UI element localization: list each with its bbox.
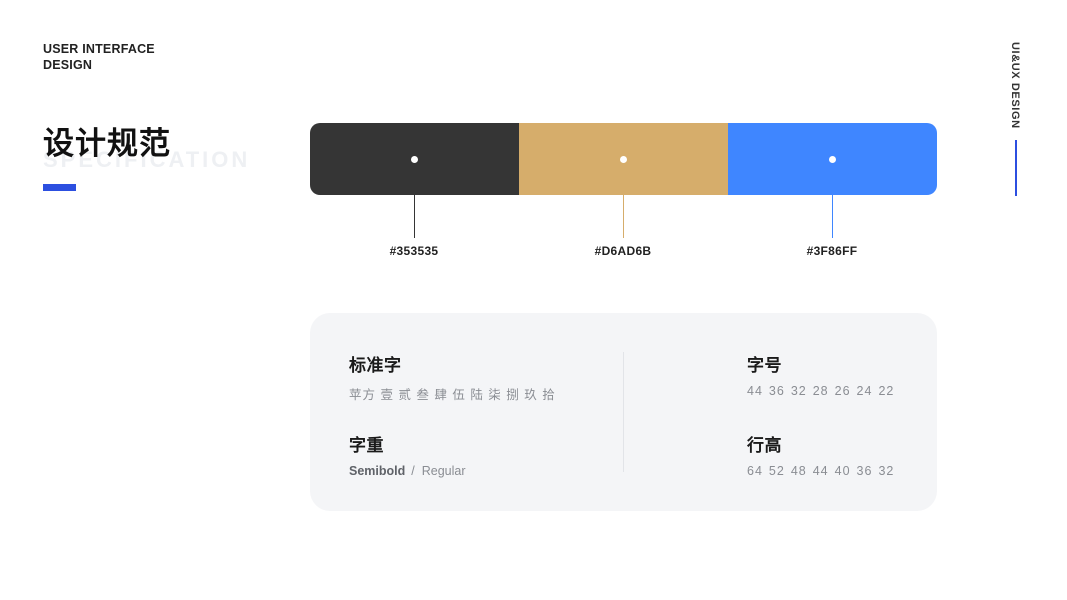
line-height-value: 32: [878, 464, 895, 478]
size-value: 26: [834, 384, 851, 398]
swatch-dot: [620, 155, 627, 163]
font-heading: 标准字: [349, 356, 402, 375]
brand-line-2: DESIGN: [43, 58, 93, 72]
card-divider: [623, 352, 624, 472]
weight-semibold: Semibold: [349, 464, 406, 478]
side-label-text: UI&UX DESIGN: [1009, 42, 1021, 129]
size-values: 44 36 32 28 26 24 22: [747, 384, 900, 398]
side-vertical-label: UI&UX DESIGN: [1009, 42, 1023, 132]
line-height-heading: 行高: [747, 436, 782, 455]
swatch-pin-dark: [414, 195, 415, 238]
size-value: 36: [768, 384, 785, 398]
size-value: 44: [747, 384, 763, 398]
weight-separator: /: [411, 464, 416, 478]
color-palette: [310, 123, 937, 195]
weight-heading: 字重: [349, 436, 384, 455]
title-accent-bar: [43, 184, 76, 191]
line-height-value: 36: [856, 464, 873, 478]
weight-values: Semibold / Regular: [349, 464, 466, 478]
brand-header: USER INTERFACE DESIGN: [43, 41, 155, 73]
font-sample: 苹方 壹 贰 叁 肆 伍 陆 柒 捌 玖 拾: [349, 388, 556, 402]
size-value: 32: [790, 384, 807, 398]
swatch-dot: [411, 155, 418, 163]
font-block: 标准字 苹方 壹 贰 叁 肆 伍 陆 柒 捌 玖 拾: [349, 351, 556, 403]
line-height-value: 44: [812, 464, 829, 478]
hex-label-dark: #353535: [389, 244, 439, 258]
weight-regular: Regular: [421, 464, 466, 478]
design-spec-page: USER INTERFACE DESIGN UI&UX DESIGN SPECI…: [0, 0, 1067, 600]
hex-label-gold: #D6AD6B: [594, 244, 652, 258]
size-block: 字号 44 36 32 28 26 24 22: [747, 351, 900, 398]
swatch-pin-blue: [832, 195, 833, 238]
swatch-blue: [728, 123, 937, 195]
line-height-value: 64: [747, 464, 763, 478]
swatch-dark: [310, 123, 519, 195]
typography-card: 标准字 苹方 壹 贰 叁 肆 伍 陆 柒 捌 玖 拾 字重 Semibold / R…: [310, 313, 937, 511]
size-value: 24: [856, 384, 873, 398]
page-title: 设计规范: [43, 126, 171, 161]
line-height-block: 行高 64 52 48 44 40 36 32: [747, 431, 900, 478]
size-heading: 字号: [747, 356, 782, 375]
line-height-value: 48: [790, 464, 807, 478]
swatch-pin-gold: [623, 195, 624, 238]
brand-line-1: USER INTERFACE: [43, 42, 155, 56]
line-height-value: 40: [834, 464, 851, 478]
swatch-gold: [519, 123, 728, 195]
side-accent-line: [1015, 140, 1017, 196]
size-value: 28: [812, 384, 829, 398]
size-value: 22: [878, 384, 895, 398]
swatch-dot: [829, 155, 836, 163]
line-height-values: 64 52 48 44 40 36 32: [747, 464, 900, 478]
weight-block: 字重 Semibold / Regular: [349, 431, 466, 478]
hex-label-blue: #3F86FF: [806, 244, 858, 258]
line-height-value: 52: [768, 464, 785, 478]
